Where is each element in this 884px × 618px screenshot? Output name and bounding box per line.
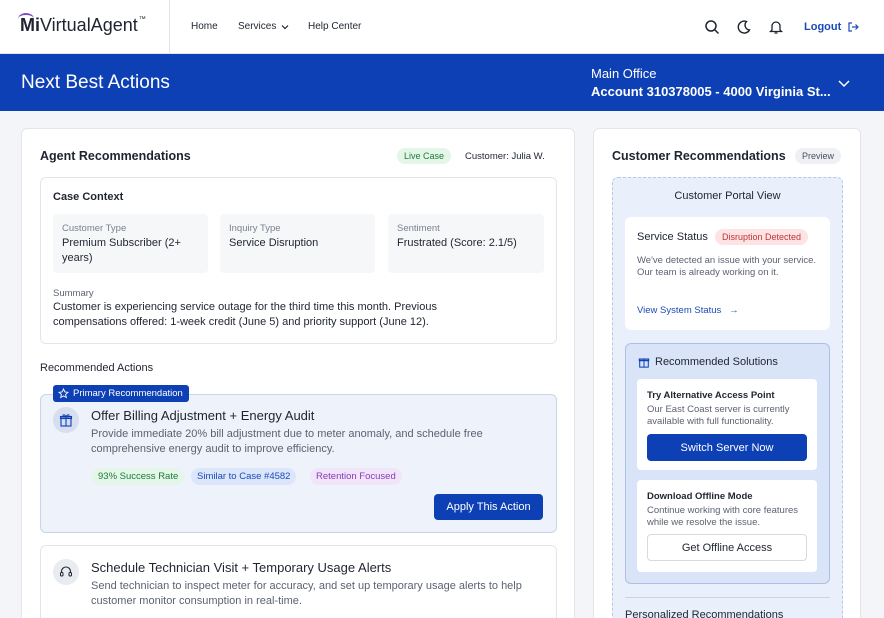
logo-tm: ™	[138, 16, 146, 23]
alt-text: Our East Coast server is currently avail…	[647, 404, 790, 427]
gift-icon	[638, 358, 650, 368]
gift-icon	[59, 414, 73, 427]
customer-card-title: Customer Recommendations	[612, 149, 786, 163]
nav-services[interactable]: Services	[238, 21, 290, 32]
solutions-title: Recommended Solutions	[655, 356, 778, 368]
nav-help[interactable]: Help Center	[308, 21, 361, 32]
primary-title: Offer Billing Adjustment + Energy Audit	[91, 408, 315, 423]
inquiry-type-value: Service Disruption	[229, 237, 319, 249]
status-text: We've detected an issue with your servic…	[637, 255, 817, 278]
sentiment-label: Sentiment	[397, 223, 440, 234]
offline-title: Download Offline Mode	[647, 491, 753, 502]
star-icon	[58, 388, 69, 399]
case-context-title: Case Context	[53, 191, 124, 203]
logout-label: Logout	[804, 21, 842, 33]
switch-server-button[interactable]: Switch Server Now	[647, 434, 807, 461]
chevron-down-icon	[281, 24, 289, 29]
secondary-title: Schedule Technician Visit + Temporary Us…	[91, 560, 392, 575]
apply-action-button[interactable]: Apply This Action	[434, 494, 543, 520]
customer-label: Customer: Julia W.	[465, 151, 545, 162]
offline-text: Continue working with core features whil…	[647, 505, 799, 528]
sentiment-value: Frustrated (Score: 2.1/5)	[397, 237, 517, 249]
recommended-actions-title: Recommended Actions	[40, 362, 154, 374]
agent-card-title: Agent Recommendations	[40, 149, 191, 163]
nav-home-label: Home	[191, 21, 218, 32]
summary-label: Summary	[53, 288, 94, 299]
portal-title: Customer Portal View	[674, 190, 781, 202]
inquiry-type-tile: Inquiry Type Service Disruption	[220, 214, 375, 273]
summary-text: Customer is experiencing service outage …	[53, 301, 437, 328]
primary-recommendation-badge: Primary Recommendation	[53, 385, 189, 402]
nav-services-label: Services	[238, 21, 277, 32]
tag-retention: Retention Focused	[310, 468, 402, 485]
primary-badge-label: Primary Recommendation	[73, 388, 183, 399]
sentiment-tile: Sentiment Frustrated (Score: 2.1/5)	[388, 214, 544, 273]
nav-divider	[169, 0, 170, 54]
tag-success-rate: 93% Success Rate	[92, 468, 185, 485]
customer-type-label: Customer Type	[62, 223, 127, 234]
nav-home[interactable]: Home	[191, 21, 218, 32]
arrow-right-icon: →	[723, 305, 739, 316]
preview-badge: Preview	[795, 148, 842, 164]
headset-icon	[60, 566, 72, 577]
personalized-title: Personalized Recommendations	[625, 609, 784, 618]
headset-icon-wrap	[53, 559, 79, 585]
page-banner: Next Best Actions Main Office Account 31…	[0, 54, 884, 111]
tag-similar-case: Similar to Case #4582	[191, 468, 297, 485]
logout-button[interactable]: Logout	[804, 21, 860, 33]
logo-swirl-icon	[18, 13, 34, 25]
bell-icon[interactable]	[767, 18, 785, 36]
disruption-badge: Disruption Detected	[715, 229, 809, 245]
service-status-label: Service Status	[637, 231, 708, 243]
secondary-desc: Send technician to inspect meter for acc…	[91, 580, 522, 607]
logout-icon	[848, 22, 860, 32]
live-case-badge: Live Case	[397, 148, 452, 164]
top-nav: Mi VirtualAgent ™ Home Services Help Cen…	[0, 0, 884, 54]
moon-icon[interactable]	[735, 18, 753, 36]
view-system-status-label: View System Status	[637, 305, 722, 316]
search-icon[interactable]	[703, 18, 721, 36]
logo-text: VirtualAgent	[40, 15, 138, 35]
page-title: Next Best Actions	[21, 72, 170, 93]
gift-icon-wrap	[53, 407, 79, 433]
account-chevron-icon[interactable]	[836, 75, 852, 91]
primary-desc: Provide immediate 20% bill adjustment du…	[91, 428, 483, 455]
customer-type-tile: Customer Type Premium Subscriber (2+ yea…	[53, 214, 208, 273]
portal-divider	[625, 597, 830, 598]
office-name: Main Office	[591, 66, 657, 81]
view-system-status-link[interactable]: View System Status →	[637, 303, 739, 318]
customer-type-value: Premium Subscriber (2+ years)	[62, 237, 181, 264]
nav-help-label: Help Center	[308, 21, 362, 32]
account-selector[interactable]: Account 310378005 - 4000 Virginia St...	[591, 84, 837, 99]
alt-title: Try Alternative Access Point	[647, 390, 775, 401]
logo[interactable]: Mi VirtualAgent ™	[18, 13, 146, 36]
offline-access-button[interactable]: Get Offline Access	[647, 534, 807, 561]
inquiry-type-label: Inquiry Type	[229, 223, 281, 234]
